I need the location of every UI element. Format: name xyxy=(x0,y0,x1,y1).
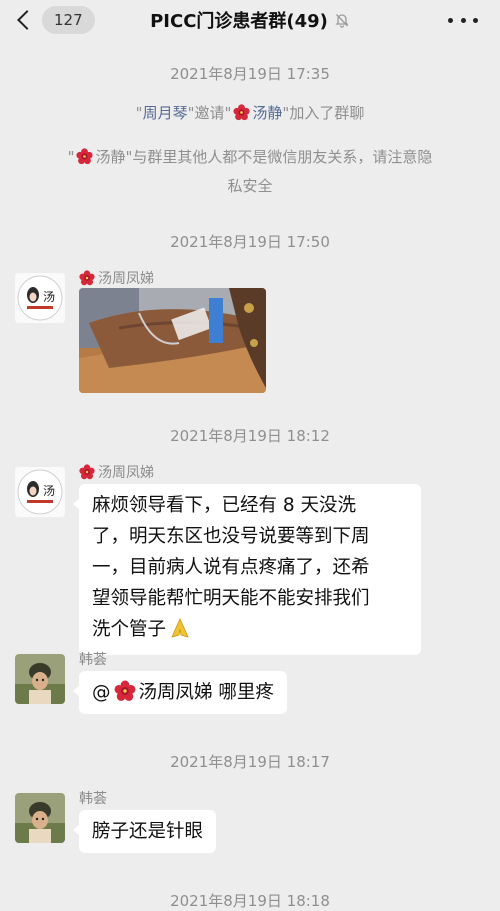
system-privacy-notice: " 汤静"与群里其他人都不是微信朋友关系，请注意隐 私安全 xyxy=(67,148,433,195)
system-invite-notice: "周月琴"邀请" 汤静"加入了群聊 xyxy=(135,104,365,122)
sender-name: 韩荟 xyxy=(79,791,107,807)
avatar[interactable] xyxy=(15,654,65,704)
hibiscus-flower-icon xyxy=(114,680,136,702)
chat-title: PICC门诊患者群(49) xyxy=(150,11,328,32)
timestamp: 2021年8月19日 18:18 xyxy=(170,892,330,910)
invitee-name-link[interactable]: 汤静 xyxy=(252,104,282,122)
timestamp: 2021年8月19日 17:35 xyxy=(170,65,330,83)
timestamp: 2021年8月19日 17:50 xyxy=(170,233,330,251)
back-button[interactable]: 127 xyxy=(14,5,95,35)
mute-bell-icon xyxy=(334,12,350,28)
praying-hands-emoji xyxy=(169,617,191,649)
hibiscus-flower-icon xyxy=(79,270,95,286)
hibiscus-flower-icon xyxy=(79,464,95,480)
sender-name: 汤周凤娣 xyxy=(79,462,154,482)
back-chevron-icon xyxy=(17,10,37,30)
message-bubble[interactable]: 膀子还是针眼 xyxy=(72,810,217,853)
svg-text:汤: 汤 xyxy=(43,290,55,304)
sender-name: 汤周凤娣 xyxy=(79,268,154,288)
sender-name: 韩荟 xyxy=(79,652,107,668)
message-bubble[interactable]: @ 汤周凤娣 哪里疼 xyxy=(73,671,287,714)
hibiscus-flower-icon xyxy=(76,148,93,165)
timestamp: 2021年8月19日 18:17 xyxy=(170,753,330,771)
mention-name: 汤周凤娣 xyxy=(138,682,213,703)
svg-text:汤: 汤 xyxy=(43,484,55,498)
more-options-button[interactable] xyxy=(448,10,478,30)
message-bubble[interactable]: 麻烦领导看下，已经有 8 天没洗 了，明天东区也没号说要等到下周 一，目前病人说… xyxy=(73,484,421,655)
hibiscus-flower-icon xyxy=(233,104,250,121)
unread-count-badge: 127 xyxy=(42,6,95,34)
avatar[interactable] xyxy=(15,793,65,843)
avatar[interactable]: 汤 xyxy=(15,467,65,517)
message-image[interactable] xyxy=(79,288,266,393)
timestamp: 2021年8月19日 18:12 xyxy=(170,427,330,445)
chat-header: 127 PICC门诊患者群(49) xyxy=(0,0,500,40)
inviter-name-link[interactable]: 周月琴 xyxy=(143,104,188,122)
more-dots-icon xyxy=(448,17,453,23)
avatar[interactable]: 汤 xyxy=(15,273,65,323)
